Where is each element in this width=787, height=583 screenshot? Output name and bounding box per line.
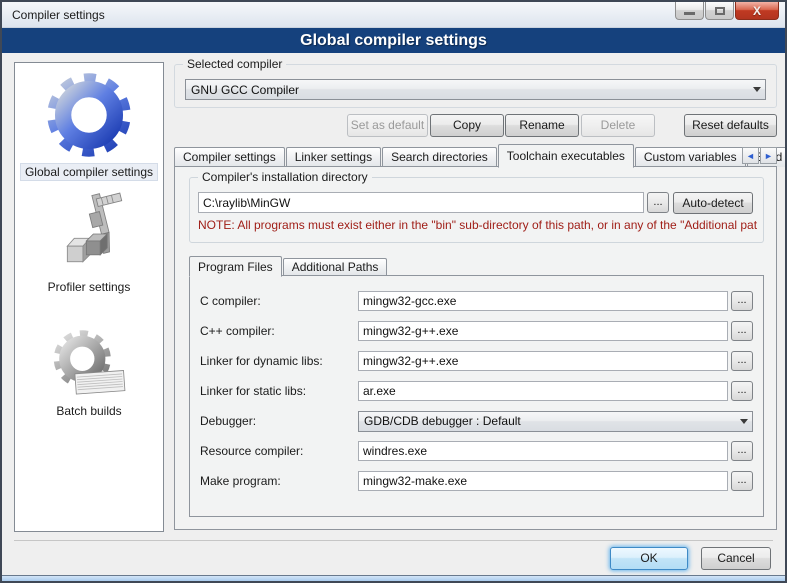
chevron-down-icon xyxy=(736,419,752,424)
field-label: Linker for static libs: xyxy=(200,384,358,398)
window-titlebar[interactable]: Compiler settings X xyxy=(2,2,785,28)
tab-program-files[interactable]: Program Files xyxy=(189,256,282,277)
maximize-button[interactable] xyxy=(705,2,734,20)
field-row-cpp-compiler: C++ compiler: ... xyxy=(200,320,753,342)
dialog-inner: Compiler settings X Global compiler sett… xyxy=(2,2,785,581)
resource-compiler-input[interactable] xyxy=(358,441,728,461)
dynamic-linker-input[interactable] xyxy=(358,351,728,371)
field-row-dynamic-linker: Linker for dynamic libs: ... xyxy=(200,350,753,372)
debugger-select-value: GDB/CDB debugger : Default xyxy=(359,414,736,428)
compiler-settings-dialog: Compiler settings X Global compiler sett… xyxy=(0,0,787,583)
browse-button[interactable]: ... xyxy=(731,291,753,311)
sidebar-item-label: Global compiler settings xyxy=(20,163,158,181)
field-row-make-program: Make program: ... xyxy=(200,470,753,492)
minimize-button[interactable] xyxy=(675,2,704,20)
installation-directory-group: Compiler's installation directory ... Au… xyxy=(189,177,764,243)
note-text: NOTE: All programs must exist either in … xyxy=(198,218,757,232)
tab-scroll-buttons: ◄ ► xyxy=(742,147,777,164)
main-content: Selected compiler GNU GCC Compiler Set a… xyxy=(172,52,779,534)
field-label: C compiler: xyxy=(200,294,358,308)
installation-directory-input[interactable] xyxy=(198,192,644,213)
field-label: Resource compiler: xyxy=(200,444,358,458)
field-label: Debugger: xyxy=(200,414,358,428)
browse-button[interactable]: ... xyxy=(731,321,753,341)
installation-directory-row: ... Auto-detect xyxy=(198,192,753,213)
delete-button[interactable]: Delete xyxy=(581,114,655,137)
cancel-button[interactable]: Cancel xyxy=(701,547,771,570)
debugger-select[interactable]: GDB/CDB debugger : Default xyxy=(358,411,753,432)
copy-button[interactable]: Copy xyxy=(430,114,504,137)
browse-button[interactable]: ... xyxy=(731,441,753,461)
ok-button[interactable]: OK xyxy=(610,547,688,570)
close-button[interactable]: X xyxy=(735,2,779,20)
program-tabs: Program Files Additional Paths xyxy=(189,255,388,276)
make-program-input[interactable] xyxy=(358,471,728,491)
settings-tabstrip: Compiler settings Linker settings Search… xyxy=(174,143,777,167)
chevron-down-icon xyxy=(749,87,765,92)
minimize-icon xyxy=(684,12,695,15)
sidebar-item-global-compiler-settings[interactable]: Global compiler settings xyxy=(20,69,158,181)
compiler-select[interactable]: GNU GCC Compiler xyxy=(185,79,766,100)
tab-scroll-right-button[interactable]: ► xyxy=(760,147,777,164)
field-label: Linker for dynamic libs: xyxy=(200,354,358,368)
gray-gear-papers-icon xyxy=(47,325,131,401)
field-row-c-compiler: C compiler: ... xyxy=(200,290,753,312)
tab-linker-settings[interactable]: Linker settings xyxy=(286,147,381,167)
footer-divider xyxy=(14,540,773,541)
browse-button[interactable]: ... xyxy=(731,351,753,371)
field-label: Make program: xyxy=(200,474,358,488)
c-compiler-input[interactable] xyxy=(358,291,728,311)
page-title: Global compiler settings xyxy=(2,28,785,53)
window-bottom-frame xyxy=(2,575,785,581)
field-row-debugger: Debugger: GDB/CDB debugger : Default xyxy=(200,410,753,432)
window-title: Compiler settings xyxy=(12,2,105,28)
toolchain-executables-panel: Compiler's installation directory ... Au… xyxy=(174,166,777,530)
sidebar-item-label: Profiler settings xyxy=(44,279,135,295)
browse-button[interactable]: ... xyxy=(731,471,753,491)
browse-directory-button[interactable]: ... xyxy=(647,192,669,213)
field-row-static-linker: Linker for static libs: ... xyxy=(200,380,753,402)
set-as-default-button[interactable]: Set as default xyxy=(347,114,428,137)
tab-toolchain-executables[interactable]: Toolchain executables xyxy=(498,144,634,168)
selected-compiler-group: Selected compiler GNU GCC Compiler xyxy=(174,64,777,108)
field-row-resource-compiler: Resource compiler: ... xyxy=(200,440,753,462)
compiler-buttons-row: Set as default Copy Rename Delete Reset … xyxy=(172,114,779,137)
settings-sidebar: Global compiler settings xyxy=(14,62,164,532)
tab-custom-variables[interactable]: Custom variables xyxy=(635,147,746,167)
caliper-cubes-icon xyxy=(50,191,128,277)
sidebar-item-label: Batch builds xyxy=(52,403,125,419)
arrow-right-icon: ► xyxy=(764,151,773,161)
blue-gear-icon xyxy=(43,69,135,161)
sidebar-item-profiler-settings[interactable]: Profiler settings xyxy=(44,191,135,295)
selected-compiler-label: Selected compiler xyxy=(183,57,286,71)
window-controls: X xyxy=(674,2,779,20)
installation-directory-label: Compiler's installation directory xyxy=(198,170,372,184)
cpp-compiler-input[interactable] xyxy=(358,321,728,341)
browse-button[interactable]: ... xyxy=(731,381,753,401)
sidebar-item-batch-builds[interactable]: Batch builds xyxy=(47,325,131,419)
tab-additional-paths[interactable]: Additional Paths xyxy=(283,258,388,276)
auto-detect-button[interactable]: Auto-detect xyxy=(673,192,753,214)
maximize-icon xyxy=(715,7,725,15)
footer-buttons: OK Cancel xyxy=(2,545,785,571)
rename-button[interactable]: Rename xyxy=(505,114,579,137)
static-linker-input[interactable] xyxy=(358,381,728,401)
tab-compiler-settings[interactable]: Compiler settings xyxy=(174,147,285,167)
arrow-left-icon: ◄ xyxy=(746,151,755,161)
tab-search-directories[interactable]: Search directories xyxy=(382,147,497,167)
tab-scroll-left-button[interactable]: ◄ xyxy=(742,147,759,164)
program-files-panel: C compiler: ... C++ compiler: ... Linker… xyxy=(189,275,764,517)
reset-defaults-button[interactable]: Reset defaults xyxy=(684,114,777,137)
close-icon: X xyxy=(753,4,761,18)
field-label: C++ compiler: xyxy=(200,324,358,338)
compiler-select-value: GNU GCC Compiler xyxy=(186,83,749,97)
